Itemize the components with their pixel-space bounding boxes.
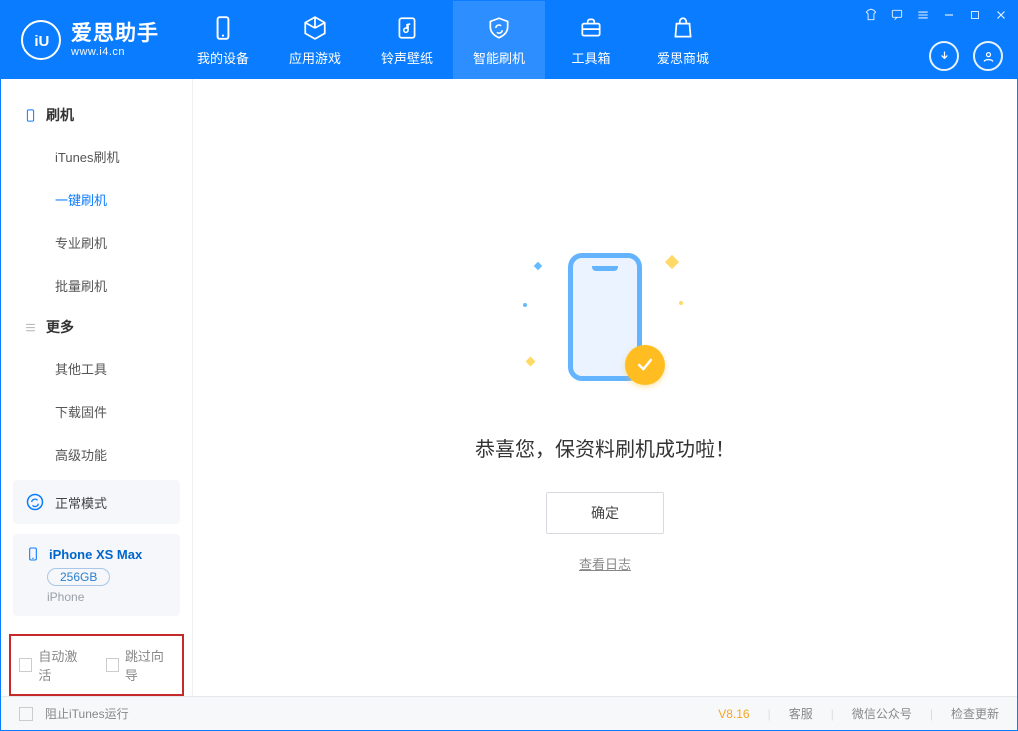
minimize-button[interactable] xyxy=(941,7,957,23)
checkbox-icon[interactable] xyxy=(19,707,33,721)
nav-apps[interactable]: 应用游戏 xyxy=(269,1,361,79)
phone-icon xyxy=(209,14,237,42)
check-update-link[interactable]: 检查更新 xyxy=(951,705,999,722)
sidebar-item-batch-flash[interactable]: 批量刷机 xyxy=(1,264,192,307)
nav-label: 智能刷机 xyxy=(473,48,525,67)
sidebar-item-advanced[interactable]: 高级功能 xyxy=(1,433,192,476)
sidebar-item-download-firmware[interactable]: 下载固件 xyxy=(1,390,192,433)
mode-card[interactable]: 正常模式 xyxy=(13,480,180,524)
logo[interactable]: iU 爱思助手 www.i4.cn xyxy=(1,20,177,60)
feedback-icon[interactable] xyxy=(889,7,905,23)
sidebar: 刷机 iTunes刷机 一键刷机 专业刷机 批量刷机 更多 其他工具 下载固件 … xyxy=(1,79,193,696)
section-title: 刷机 xyxy=(46,105,74,125)
ok-button[interactable]: 确定 xyxy=(546,492,664,534)
success-illustration xyxy=(525,243,685,403)
sidebar-item-pro-flash[interactable]: 专业刷机 xyxy=(1,221,192,264)
device-icon xyxy=(23,108,38,123)
account-button[interactable] xyxy=(973,41,1003,71)
checkbox-icon[interactable] xyxy=(19,658,32,672)
device-capacity: 256GB xyxy=(47,568,110,586)
header: iU 爱思助手 www.i4.cn 我的设备 应用游戏 铃声壁纸 智能刷机 工具… xyxy=(1,1,1017,79)
maximize-button[interactable] xyxy=(967,7,983,23)
statusbar: 阻止iTunes运行 V8.16 | 客服 | 微信公众号 | 检查更新 xyxy=(1,696,1017,730)
device-name: iPhone XS Max xyxy=(49,547,142,562)
sidebar-item-itunes-flash[interactable]: iTunes刷机 xyxy=(1,135,192,178)
bag-icon xyxy=(669,14,697,42)
main-content: 恭喜您，保资料刷机成功啦！ 确定 查看日志 xyxy=(193,79,1017,696)
checkbox-icon[interactable] xyxy=(106,658,119,672)
app-name: 爱思助手 xyxy=(71,22,159,45)
section-title: 更多 xyxy=(46,317,74,337)
nav-my-device[interactable]: 我的设备 xyxy=(177,1,269,79)
flash-options-highlight: 自动激活 跳过向导 xyxy=(9,634,184,696)
svg-text:iU: iU xyxy=(34,33,49,50)
sidebar-section-more: 更多 xyxy=(1,307,192,347)
nav-label: 工具箱 xyxy=(571,48,610,67)
option-skip-guide[interactable]: 跳过向导 xyxy=(106,646,175,684)
app-logo-icon: iU xyxy=(21,20,61,60)
nav-ringtone[interactable]: 铃声壁纸 xyxy=(361,1,453,79)
download-manager-button[interactable] xyxy=(929,41,959,71)
version-label: V8.16 xyxy=(718,707,749,721)
success-message: 恭喜您，保资料刷机成功啦！ xyxy=(475,433,735,462)
refresh-icon xyxy=(25,492,45,512)
sidebar-section-flash: 刷机 xyxy=(1,95,192,135)
nav-store[interactable]: 爱思商城 xyxy=(637,1,729,79)
list-icon xyxy=(23,320,38,335)
option-auto-activate[interactable]: 自动激活 xyxy=(19,646,88,684)
sidebar-item-one-click-flash[interactable]: 一键刷机 xyxy=(1,178,192,221)
nav-flash[interactable]: 智能刷机 xyxy=(453,1,545,79)
block-itunes-label[interactable]: 阻止iTunes运行 xyxy=(45,705,129,722)
skin-icon[interactable] xyxy=(863,7,879,23)
device-type: iPhone xyxy=(47,590,168,604)
menu-icon[interactable] xyxy=(915,7,931,23)
app-url: www.i4.cn xyxy=(71,46,159,58)
nav-label: 铃声壁纸 xyxy=(381,48,433,67)
wechat-link[interactable]: 微信公众号 xyxy=(852,705,912,722)
sidebar-item-other-tools[interactable]: 其他工具 xyxy=(1,347,192,390)
top-nav: 我的设备 应用游戏 铃声壁纸 智能刷机 工具箱 爱思商城 xyxy=(177,1,729,79)
window-controls xyxy=(863,7,1009,23)
support-link[interactable]: 客服 xyxy=(789,705,813,722)
toolbox-icon xyxy=(577,14,605,42)
nav-label: 我的设备 xyxy=(197,48,249,67)
phone-icon xyxy=(25,546,41,562)
device-card[interactable]: iPhone XS Max 256GB iPhone xyxy=(13,534,180,616)
music-file-icon xyxy=(393,14,421,42)
nav-label: 应用游戏 xyxy=(289,48,341,67)
option-label: 跳过向导 xyxy=(125,646,174,684)
view-log-link[interactable]: 查看日志 xyxy=(579,554,631,573)
cube-icon xyxy=(301,14,329,42)
nav-toolbox[interactable]: 工具箱 xyxy=(545,1,637,79)
mode-label: 正常模式 xyxy=(55,493,107,512)
option-label: 自动激活 xyxy=(38,646,87,684)
close-button[interactable] xyxy=(993,7,1009,23)
check-badge-icon xyxy=(625,345,665,385)
logo-text: 爱思助手 www.i4.cn xyxy=(71,22,159,57)
nav-label: 爱思商城 xyxy=(657,48,709,67)
header-right-icons xyxy=(929,41,1003,71)
refresh-shield-icon xyxy=(485,14,513,42)
